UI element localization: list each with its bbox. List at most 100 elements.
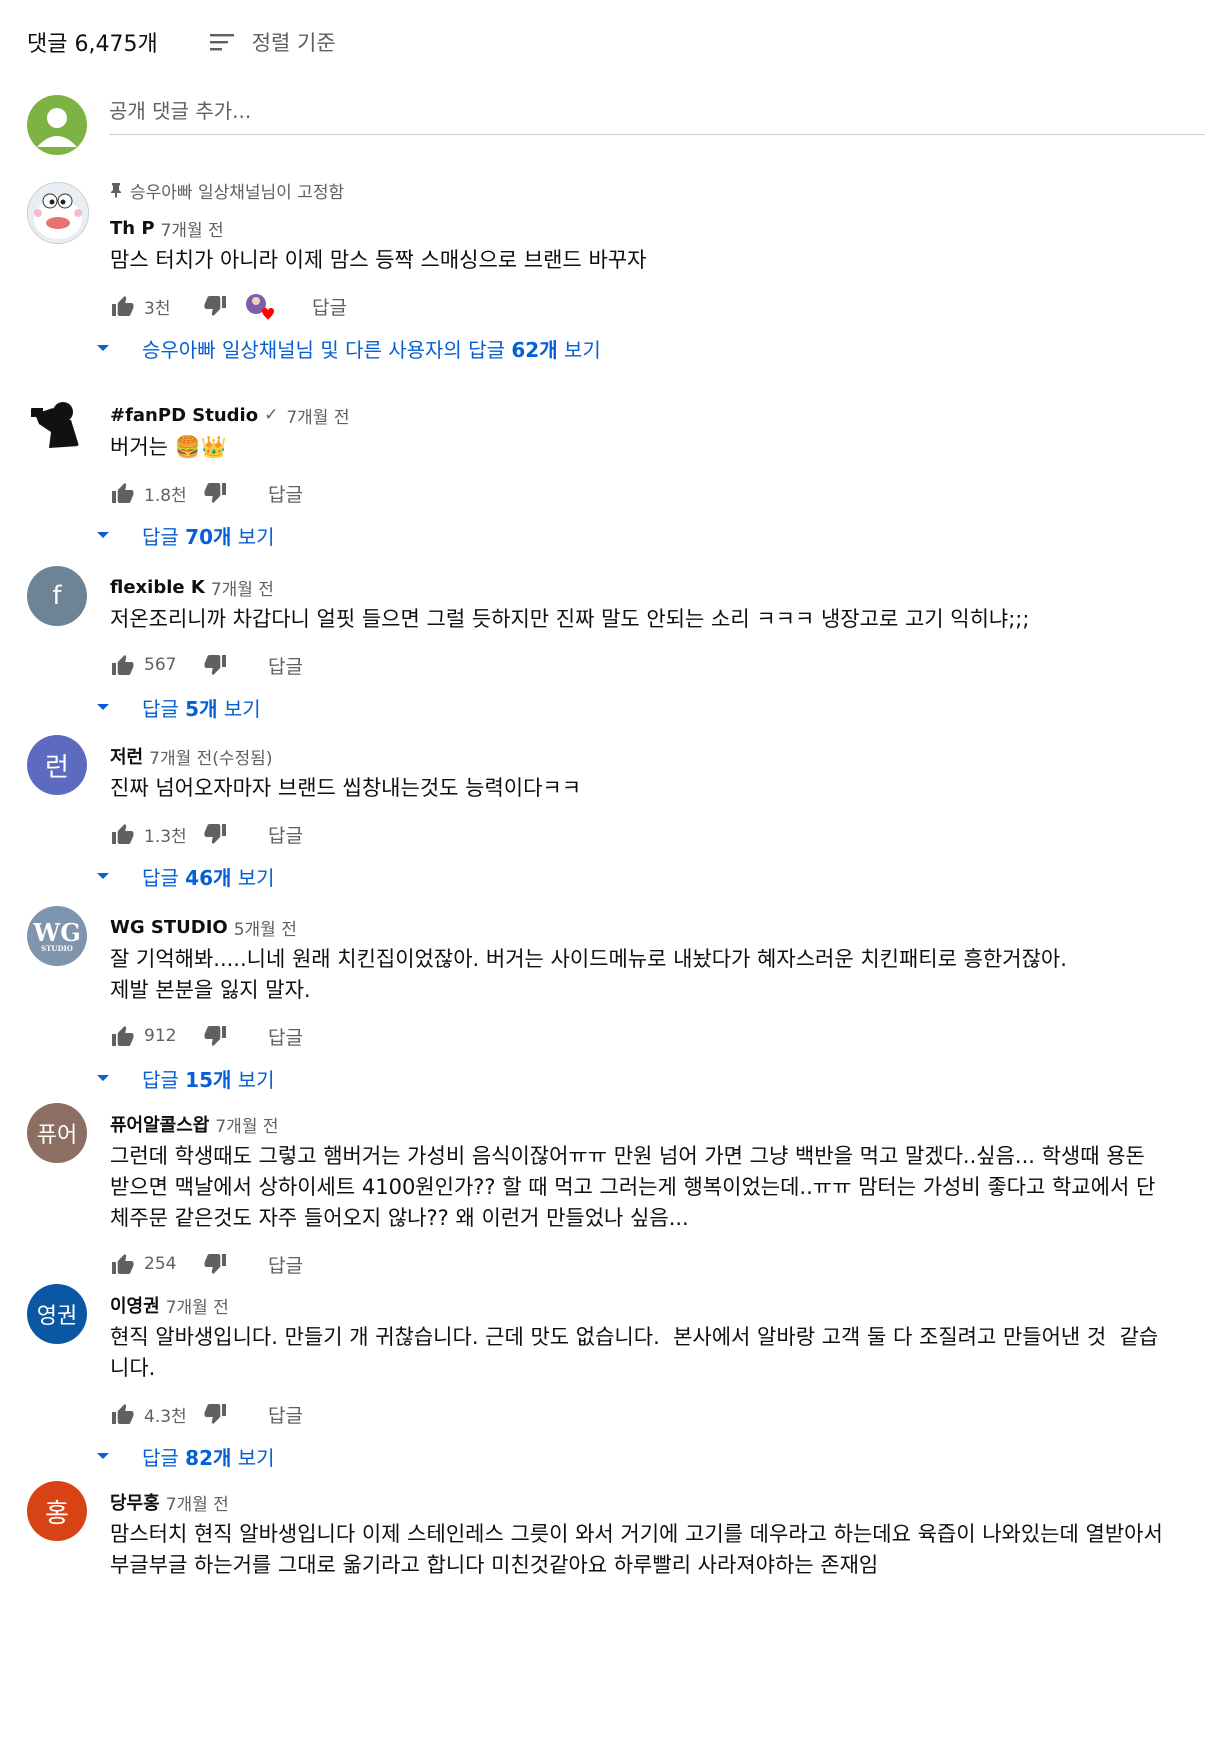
avatar-letter: 영권 [36, 1304, 78, 1329]
comment-actions: 567 답글 [110, 647, 1170, 683]
comment-avatar[interactable]: 홍 [27, 1481, 87, 1541]
sort-button[interactable]: 정렬 기준 [209, 27, 336, 57]
like-button[interactable] [110, 652, 136, 678]
view-replies-button[interactable]: 답글 15개 보기 [97, 1060, 1170, 1096]
like-count: 3천 [144, 298, 171, 319]
comment-time[interactable]: 7개월 전 [166, 1490, 229, 1515]
like-button[interactable] [110, 1401, 136, 1427]
view-replies-button[interactable]: 답글 82개 보기 [97, 1438, 1170, 1474]
comment-text: 맘스 터치가 아니라 이제 맘스 등짝 스매싱으로 브랜드 바꾸자 [110, 248, 647, 272]
comment-meta: WG STUDIO 5개월 전 [110, 914, 1170, 940]
reply-button[interactable]: 답글 [268, 652, 303, 679]
comment-author[interactable]: 당무홍 [110, 1489, 160, 1515]
comment-avatar[interactable]: 영권 [27, 1284, 87, 1344]
dislike-button[interactable] [202, 821, 228, 847]
comment-author[interactable]: 퓨어알콜스왑 [110, 1111, 209, 1137]
comment-avatar[interactable]: 퓨어 [27, 1103, 87, 1163]
comment-time[interactable]: 7개월 전 [215, 1112, 278, 1137]
comment-time[interactable]: 7개월 전(수정됨) [149, 744, 272, 769]
avatar-letter: 퓨어 [36, 1123, 78, 1148]
comment-text: 잘 기억해봐.....니네 원래 치킨집이었잖아. 버거는 사이드메뉴로 내놨다… [110, 947, 1067, 1002]
comment-meta: 이영권 7개월 전 [110, 1292, 1170, 1318]
comment-author[interactable]: flexible K [110, 577, 205, 598]
like-button[interactable] [110, 1251, 136, 1277]
view-replies-button[interactable]: 답글 70개 보기 [97, 517, 1170, 553]
replies-suffix: 보기 [217, 696, 261, 721]
comment-text: 현직 알바생입니다. 만들기 개 귀찮습니다. 근데 맛도 없습니다. 본사에서… [110, 1325, 1159, 1380]
avatar-letter: 홍 [45, 1498, 69, 1529]
view-replies-button[interactable]: 승우아빠 일상채널님 및 다른 사용자의 답글 62개 보기 [97, 330, 1170, 366]
comment-avatar[interactable]: f [27, 566, 87, 626]
reply-button[interactable]: 답글 [268, 480, 303, 507]
comment-time[interactable]: 5개월 전 [234, 915, 297, 940]
like-button[interactable] [110, 821, 136, 847]
doraemon-icon [28, 183, 88, 243]
like-count: 4.3천 [144, 1406, 187, 1427]
dislike-button[interactable] [202, 293, 228, 319]
reply-button[interactable]: 답글 [312, 293, 347, 320]
dislike-button[interactable] [202, 1401, 228, 1427]
reply-button[interactable]: 답글 [268, 1023, 303, 1050]
creator-heart-icon [244, 291, 274, 321]
comment-text: 버거는 🍔👑 [110, 435, 227, 459]
comment-actions: 912 답글 [110, 1018, 1170, 1054]
comment-time[interactable]: 7개월 전 [161, 216, 224, 241]
comment-count: 댓글 6,475개 [27, 32, 158, 57]
replies-count: 82개 [185, 1445, 232, 1470]
like-count: 912 [144, 1026, 177, 1046]
comment-time[interactable]: 7개월 전 [211, 575, 274, 600]
avatar-letter: f [52, 581, 62, 611]
comment-avatar[interactable] [27, 394, 87, 454]
like-count: 1.8천 [144, 485, 187, 506]
comment-actions: 3천 답글 [110, 288, 1170, 324]
comments-header: 댓글 6,475개 정렬 기준 [27, 22, 336, 62]
comment-text: 맘스터치 현직 알바생입니다 이제 스테인레스 그릇이 와서 거기에 고기를 데… [110, 1522, 1170, 1577]
comment-meta: 퓨어알콜스왑 7개월 전 [110, 1111, 1170, 1137]
comment-author[interactable]: 저런 [110, 743, 143, 769]
replies-suffix: 보기 [231, 1067, 275, 1092]
photographer-icon [27, 394, 87, 454]
reply-button[interactable]: 답글 [268, 821, 303, 848]
dislike-button[interactable] [202, 1023, 228, 1049]
replies-count: 5개 [185, 696, 218, 721]
user-avatar-icon [27, 95, 87, 155]
comment-author[interactable]: Th P [110, 218, 155, 239]
comment-author[interactable]: 이영권 [110, 1292, 160, 1318]
replies-suffix: 보기 [231, 865, 275, 890]
pinned-label: 승우아빠 일상채널님이 고정함 [130, 182, 345, 203]
view-replies-button[interactable]: 답글 5개 보기 [97, 689, 1170, 725]
sort-label: 정렬 기준 [251, 31, 336, 55]
reply-button[interactable]: 답글 [268, 1401, 303, 1428]
comment-meta: flexible K 7개월 전 [110, 574, 1170, 600]
comment-avatar[interactable]: WG STUDIO [27, 906, 87, 966]
dislike-button[interactable] [202, 480, 228, 506]
comment-author[interactable]: #fanPD Studio [110, 405, 258, 426]
add-comment-input[interactable]: 공개 댓글 추가... [109, 95, 1205, 135]
like-count: 567 [144, 655, 177, 675]
comment-time[interactable]: 7개월 전 [286, 403, 349, 428]
verified-check-icon: ✓ [264, 405, 279, 425]
avatar-letter: 런 [45, 752, 69, 783]
comment-author[interactable]: WG STUDIO [110, 917, 228, 938]
expand-caret-icon [97, 1073, 126, 1083]
expand-caret-icon [97, 530, 126, 540]
comment-avatar[interactable]: 런 [27, 735, 87, 795]
reply-button[interactable]: 답글 [268, 1251, 303, 1278]
dislike-button[interactable] [202, 652, 228, 678]
replies-suffix: 보기 [231, 524, 275, 549]
comment-time[interactable]: 7개월 전 [166, 1293, 229, 1318]
comment-meta: #fanPD Studio ✓ 7개월 전 [110, 402, 1170, 428]
comment-text: 저온조리니까 차갑다니 얼핏 들으면 그럴 듯하지만 진짜 말도 안되는 소리 … [110, 607, 1030, 631]
pin-icon [111, 183, 121, 198]
comment-avatar[interactable] [27, 182, 89, 244]
replies-count: 62개 [511, 337, 558, 362]
comment-meta: Th P 7개월 전 [110, 215, 1170, 241]
comment-actions: 1.3천 답글 [110, 816, 1170, 852]
like-button[interactable] [110, 293, 136, 319]
like-button[interactable] [110, 1023, 136, 1049]
like-button[interactable] [110, 480, 136, 506]
comment-text: 그런데 학생때도 그렇고 햄버거는 가성비 음식이잖어ㅠㅠ 만원 넘어 가면 그… [110, 1144, 1156, 1230]
dislike-button[interactable] [202, 1251, 228, 1277]
replies-prefix: 답글 [142, 696, 186, 721]
view-replies-button[interactable]: 답글 46개 보기 [97, 858, 1170, 894]
